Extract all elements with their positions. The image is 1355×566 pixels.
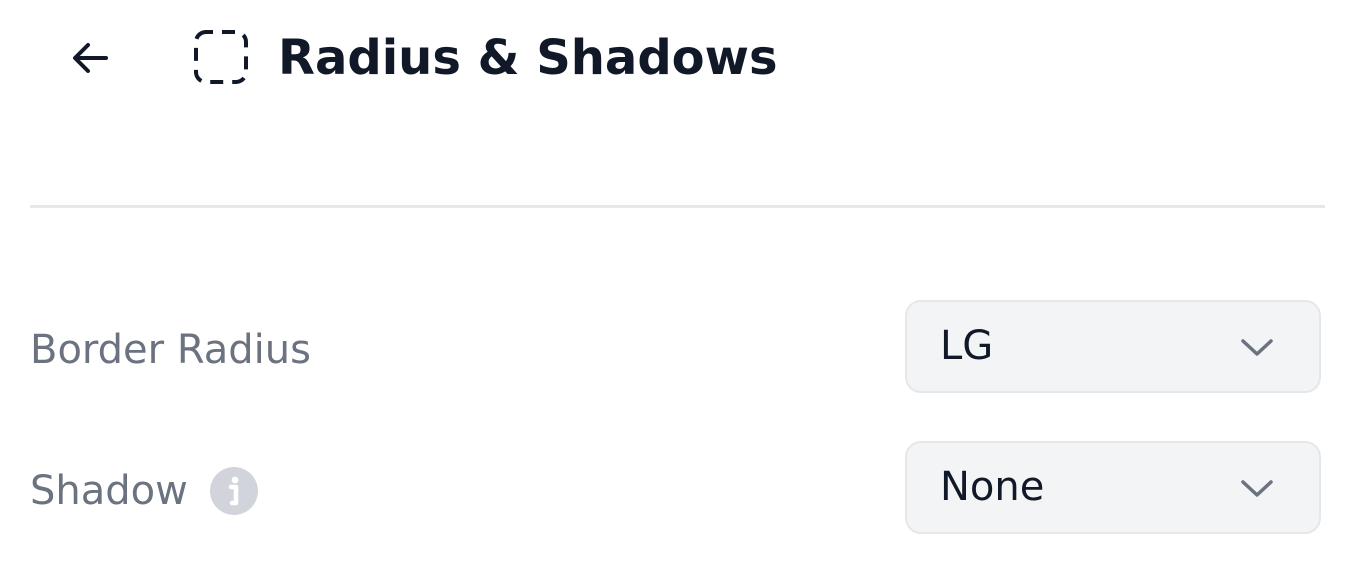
chevron-down-icon bbox=[1241, 480, 1273, 497]
back-button[interactable] bbox=[60, 28, 120, 88]
border-radius-label-text: Border Radius bbox=[30, 327, 311, 373]
shadow-label-text: Shadow bbox=[30, 468, 188, 514]
divider bbox=[30, 205, 1325, 208]
chevron-down-icon bbox=[1241, 339, 1273, 356]
border-radius-label: Border Radius bbox=[30, 322, 311, 378]
dashed-square-icon bbox=[192, 28, 250, 86]
page-title: Radius & Shadows bbox=[278, 30, 778, 86]
arrow-left-icon bbox=[73, 43, 108, 73]
border-radius-select-value: LG bbox=[940, 323, 994, 369]
border-radius-select[interactable]: LG bbox=[905, 300, 1321, 393]
shadow-select[interactable]: None bbox=[905, 441, 1321, 534]
info-icon[interactable] bbox=[209, 467, 258, 515]
shadow-label: Shadow bbox=[30, 463, 258, 519]
shadow-select-value: None bbox=[940, 464, 1045, 510]
header: Radius & Shadows bbox=[0, 0, 1355, 120]
